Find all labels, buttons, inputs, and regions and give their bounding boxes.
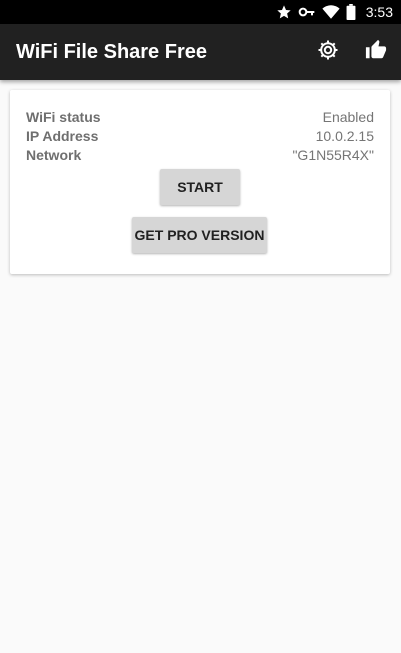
wifi-icon [322,4,340,20]
wifi-status-row: WiFi status Enabled [26,107,374,126]
start-button[interactable]: START [160,169,240,205]
status-card: WiFi status Enabled IP Address 10.0.2.15… [10,90,390,274]
status-icons: 3:53 [276,0,393,24]
thumbs-up-icon [365,39,387,66]
status-time: 3:53 [365,4,393,20]
star-icon [276,4,292,20]
app-bar: WiFi File Share Free [0,24,401,80]
status-bar: 3:53 [0,0,401,24]
network-row: Network "G1N55R4X" [26,145,374,164]
network-label: Network [26,146,82,163]
get-pro-version-button[interactable]: GET PRO VERSION [132,217,267,253]
network-value: "G1N55R4X" [292,146,374,163]
settings-button[interactable] [304,24,352,80]
rate-button[interactable] [352,24,400,80]
wifi-status-label: WiFi status [26,108,101,125]
settings-gear-icon [316,38,340,67]
vpn-key-icon [298,4,316,20]
battery-icon [346,4,356,20]
ip-address-row: IP Address 10.0.2.15 [26,126,374,145]
app-title: WiFi File Share Free [16,41,207,63]
ip-address-value: 10.0.2.15 [315,127,374,144]
ip-address-label: IP Address [26,127,99,144]
wifi-status-value: Enabled [322,108,374,125]
